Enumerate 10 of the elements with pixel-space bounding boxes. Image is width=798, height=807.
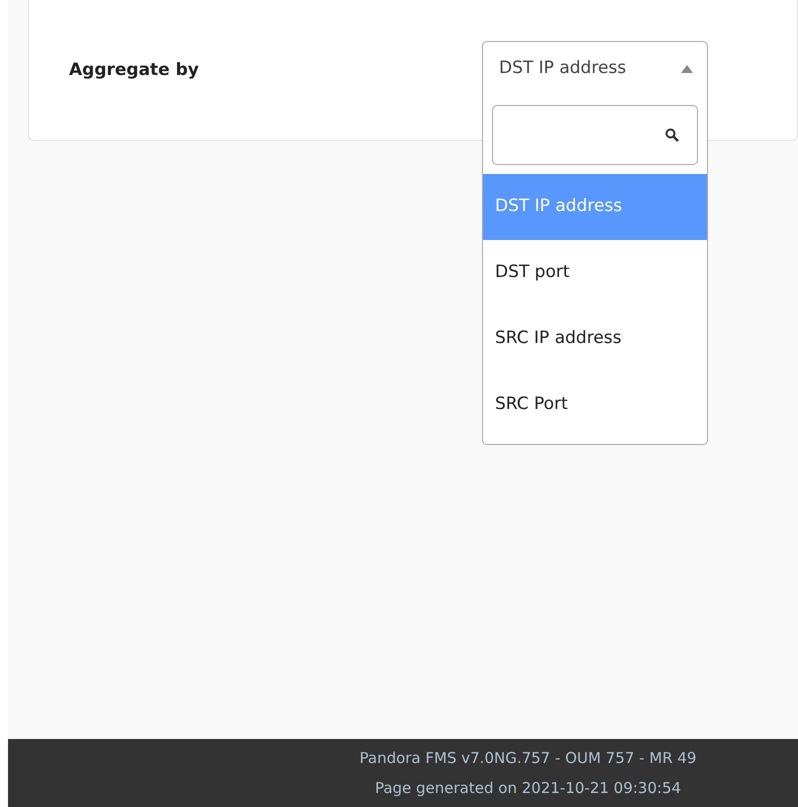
footer-text: Page generated on 2021-10-21 09:30:54: [374, 778, 682, 799]
field-label: Aggregate by: [69, 59, 199, 82]
footer-text: Pandora FMS v7.0NG.757 - OUM 757 - MR 49: [360, 748, 696, 768]
caret-icon: [681, 64, 693, 72]
search-field[interactable]: [492, 105, 698, 165]
dropdown-option[interactable]: SRC IP address: [483, 306, 707, 372]
search-icon: [665, 128, 679, 142]
select-dropdown[interactable]: DST IP address: [482, 41, 708, 96]
dropdown-option[interactable]: DST port: [483, 240, 707, 306]
dropdown-option[interactable]: SRC Port: [483, 372, 707, 438]
